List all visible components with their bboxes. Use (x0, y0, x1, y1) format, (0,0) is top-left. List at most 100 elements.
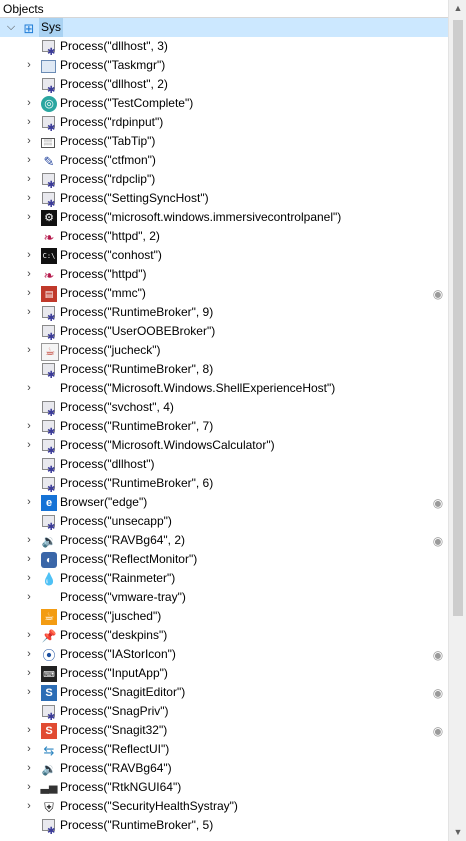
chevron-down-icon[interactable]: ⌵ (6, 18, 16, 37)
tree-node[interactable]: › ☕ Process("jucheck") (0, 341, 448, 361)
tree-node[interactable]: › Process("Microsoft.WindowsCalculator") (0, 436, 448, 461)
tree-node[interactable]: Process("UserOOBEBroker") (0, 322, 448, 347)
chevron-right-icon[interactable]: › (24, 303, 34, 322)
tree-node[interactable]: › Process("rdpclip") (0, 170, 448, 195)
process-gear-icon (41, 39, 57, 62)
tree-node[interactable]: › ✎ Process("ctfmon") (0, 151, 448, 170)
tree-node[interactable]: Process("SnagPriv") (0, 702, 448, 727)
tree-node[interactable]: › ⇆ Process("ReflectUI") (0, 740, 448, 759)
chevron-right-icon[interactable]: › (24, 626, 34, 645)
tree-node[interactable]: › Process("rdpinput") (0, 113, 448, 138)
chevron-right-icon[interactable]: › (24, 189, 34, 208)
tree-node[interactable]: › ◎ Process("TestComplete") (0, 94, 448, 113)
tree-node-root[interactable]: ⌵ ⊞ Sys (0, 18, 448, 37)
chevron-right-icon[interactable]: › (24, 493, 34, 512)
tree-node[interactable]: Process("dllhost") (0, 455, 448, 480)
tree-node[interactable]: › ⦿ Process("IAStorIcon") ◉ (0, 645, 448, 664)
chevron-right-icon[interactable]: › (24, 379, 34, 398)
chevron-right-icon[interactable]: › (24, 341, 34, 360)
tree-node-label: Process("httpd", 2) (60, 229, 160, 243)
tree-node-label: Process("RuntimeBroker", 5) (60, 818, 214, 832)
tree-node-label: Process("RAVBg64") (60, 761, 172, 775)
chevron-right-icon[interactable]: › (24, 246, 34, 265)
chevron-right-icon[interactable]: › (24, 436, 34, 455)
vertical-scrollbar[interactable]: ▲ ▼ (448, 0, 466, 841)
chevron-right-icon[interactable]: › (24, 645, 34, 664)
chevron-right-icon[interactable]: › (24, 588, 34, 607)
chevron-right-icon[interactable]: › (24, 550, 34, 569)
chevron-right-icon[interactable]: › (24, 740, 34, 759)
eye-icon[interactable]: ◉ (431, 285, 445, 301)
scroll-down-arrow-icon[interactable]: ▼ (449, 824, 466, 841)
tree-node[interactable]: › S Process("Snagit32") ◉ (0, 721, 448, 740)
speaker-icon: 🔉 (41, 761, 57, 776)
tree-node[interactable]: › ░░ Process("TabTip") (0, 132, 448, 151)
chevron-right-icon[interactable]: › (24, 569, 34, 588)
chevron-right-icon[interactable]: › (24, 797, 34, 816)
tree-node[interactable]: › 📌 Process("deskpins") (0, 626, 448, 645)
eye-icon[interactable]: ◉ (431, 684, 445, 700)
tree-node[interactable]: Process("unsecapp") (0, 512, 448, 537)
tree-node[interactable]: › ⛨ Process("SecurityHealthSystray") (0, 797, 448, 816)
chevron-right-icon[interactable]: › (24, 683, 34, 702)
chevron-right-icon[interactable]: › (24, 170, 34, 189)
chevron-right-icon[interactable]: › (24, 759, 34, 778)
tree-node[interactable]: › Process("Taskmgr") (0, 56, 448, 75)
chevron-right-icon[interactable]: › (24, 417, 34, 436)
tree-node[interactable]: Process("svchost", 4) (0, 398, 448, 423)
tree-node[interactable]: › e Browser("edge") ◉ (0, 493, 448, 512)
tree-node[interactable]: › Process("RuntimeBroker", 7) (0, 417, 448, 442)
scroll-up-arrow-icon[interactable]: ▲ (449, 0, 466, 17)
scrollbar-thumb[interactable] (453, 20, 463, 616)
tree-node[interactable]: Process("RuntimeBroker", 8) (0, 360, 448, 385)
tree-node[interactable]: Process("dllhost", 3) (0, 37, 448, 62)
tree-node[interactable]: › Process("RuntimeBroker", 9) (0, 303, 448, 328)
tree-node[interactable]: › 🔉 Process("RAVBg64") (0, 759, 448, 778)
chevron-right-icon[interactable]: › (24, 531, 34, 550)
tree-node[interactable]: › ◐ Process("ReflectMonitor") (0, 550, 448, 569)
tree-node-label: Process("ReflectUI") (60, 742, 170, 756)
tree-node[interactable]: › 💧 Process("Rainmeter") (0, 569, 448, 588)
reflect-monitor-icon: ◐ (41, 552, 57, 568)
tree-node[interactable]: › ⌨ Process("InputApp") (0, 664, 448, 683)
tree-node[interactable]: ☕ Process("jusched") (0, 607, 448, 626)
chevron-right-icon[interactable]: › (24, 113, 34, 132)
tree-node-label: Process("ctfmon") (60, 153, 156, 167)
tree-node[interactable]: › ⚙ Process("microsoft.windows.immersiveco… (0, 208, 448, 227)
tree-node[interactable]: › S Process("SnagitEditor") ◉ (0, 683, 448, 702)
tree-node[interactable]: Process("RuntimeBroker", 5) (0, 816, 448, 841)
tree-node[interactable]: › ❧ Process("httpd") (0, 265, 448, 284)
tree-node-label: Process("Snagit32") (60, 723, 168, 737)
eye-icon[interactable]: ◉ (431, 494, 445, 510)
chevron-right-icon[interactable]: › (24, 265, 34, 284)
chevron-right-icon[interactable]: › (24, 56, 34, 75)
tree-node[interactable]: Process("RuntimeBroker", 6) (0, 474, 448, 499)
tree-node[interactable]: Process("dllhost", 2) (0, 75, 448, 100)
tree-node-label: Process("SecurityHealthSystray") (60, 799, 238, 813)
chevron-right-icon[interactable]: › (24, 721, 34, 740)
chevron-right-icon[interactable]: › (24, 151, 34, 170)
object-tree[interactable]: ⌵ ⊞ Sys Process("dllhost", 3) › Process("T… (0, 18, 448, 841)
eye-icon[interactable]: ◉ (431, 532, 445, 548)
tree-node[interactable]: › C:\ Process("conhost") (0, 246, 448, 265)
chevron-right-icon[interactable]: › (24, 94, 34, 113)
chevron-right-icon[interactable]: › (24, 208, 34, 227)
tree-node[interactable]: › ▤ Process("mmc") ◉ (0, 284, 448, 303)
tree-node[interactable]: › ▃▅ Process("RtkNGUI64") (0, 778, 448, 797)
chevron-right-icon[interactable]: › (24, 664, 34, 683)
tree-node[interactable]: ❧ Process("httpd", 2) (0, 227, 448, 246)
tree-node[interactable]: › Process("vmware-tray") (0, 588, 448, 607)
tree-node[interactable]: › Process("SettingSyncHost") (0, 189, 448, 214)
process-gear-icon (41, 324, 57, 347)
tree-node-label: Process("jucheck") (60, 343, 161, 357)
eye-icon[interactable]: ◉ (431, 646, 445, 662)
tree-node-label: Sys (39, 18, 64, 37)
chevron-right-icon[interactable]: › (24, 284, 34, 303)
chevron-right-icon[interactable]: › (24, 778, 34, 797)
tree-node[interactable]: › Process("Microsoft.Windows.ShellExperie… (0, 379, 448, 398)
tree-node[interactable]: › 🔉 Process("RAVBg64", 2) ◉ (0, 531, 448, 550)
chevron-right-icon[interactable]: › (24, 132, 34, 151)
process-gear-icon (41, 362, 57, 385)
tree-node-label: Process("RuntimeBroker", 7) (60, 419, 214, 433)
eye-icon[interactable]: ◉ (431, 722, 445, 738)
